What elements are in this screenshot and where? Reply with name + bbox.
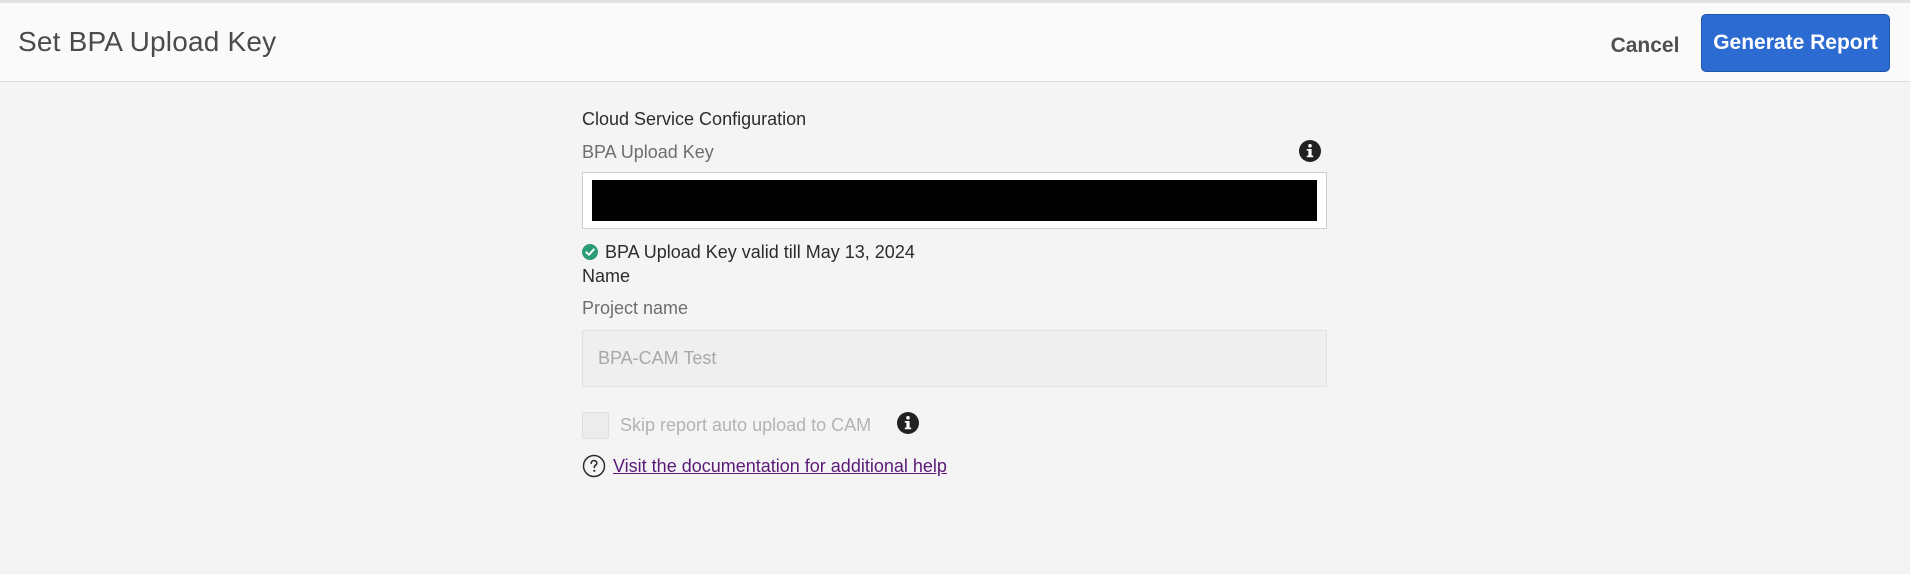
skip-upload-label: Skip report auto upload to CAM xyxy=(620,414,872,435)
upload-key-redacted[interactable] xyxy=(592,180,1317,221)
info-icon[interactable] xyxy=(1298,139,1322,163)
section-label: Cloud Service Configuration xyxy=(582,109,807,129)
key-validity-status: BPA Upload Key valid till May 13, 2024 xyxy=(582,240,915,264)
question-circle-icon xyxy=(582,454,606,478)
project-name-input[interactable] xyxy=(582,330,1327,387)
page-title: Set BPA Upload Key xyxy=(18,26,277,57)
project-name-label: Project name xyxy=(582,298,689,318)
check-circle-icon xyxy=(582,244,598,260)
config-form: Cloud Service Configuration BPA Upload K… xyxy=(582,0,1327,574)
name-section-label: Name xyxy=(582,266,631,286)
info-icon[interactable] xyxy=(896,411,920,435)
validity-text: BPA Upload Key valid till May 13, 2024 xyxy=(605,241,915,262)
skip-upload-checkbox[interactable] xyxy=(582,411,609,439)
documentation-link[interactable]: Visit the documentation for additional h… xyxy=(613,456,947,477)
generate-report-button[interactable]: Generate Report xyxy=(1701,14,1890,72)
upload-key-field[interactable] xyxy=(582,172,1327,229)
skip-upload-option[interactable]: Skip report auto upload to CAM xyxy=(582,411,871,439)
help-row: Visit the documentation for additional h… xyxy=(582,453,947,479)
upload-key-label: BPA Upload Key xyxy=(582,142,714,162)
cancel-button[interactable]: Cancel xyxy=(1590,21,1700,71)
